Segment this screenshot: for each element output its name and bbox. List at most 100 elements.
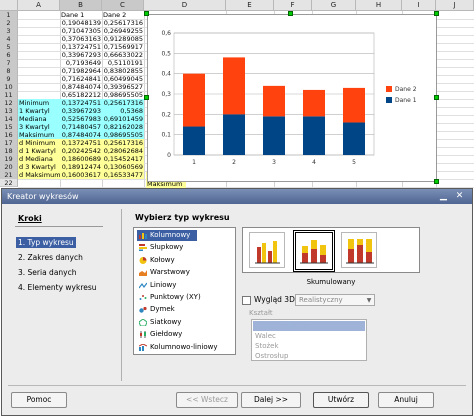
cell-value[interactable]: 0,71982964: [60, 67, 102, 75]
cancel-button[interactable]: Anuluj: [378, 392, 434, 408]
step-item-4[interactable]: 4. Elementy wykresu: [18, 282, 97, 293]
cell-stat-value[interactable]: 0,52567983: [60, 115, 102, 123]
column-header-h[interactable]: H: [356, 0, 402, 11]
3d-look-checkbox[interactable]: Wygląd 3D: [242, 295, 295, 305]
minimize-icon[interactable]: ▁: [438, 191, 449, 202]
chart-resize-handle-mr[interactable]: [434, 95, 439, 100]
cell-stat-value[interactable]: 0,33967293: [60, 107, 102, 115]
cell-value[interactable]: 0,5110191: [102, 59, 144, 67]
cell-stat-label[interactable]: d Maksimum: [18, 171, 60, 179]
cell-stat-value[interactable]: 0,5368: [102, 107, 144, 115]
cell-stat-value[interactable]: 0,13724751: [60, 99, 102, 107]
cell-stat-label[interactable]: d 1 Kwartyl: [18, 147, 60, 155]
row-header[interactable]: 10: [0, 83, 18, 91]
dialog-titlebar[interactable]: Kreator wykresów ▁ ✕: [2, 189, 472, 204]
chart-type-item[interactable]: Kolumnowy: [137, 230, 197, 241]
cell-stat-label[interactable]: Minimum: [18, 99, 60, 107]
cell-value[interactable]: 0,66633022: [102, 51, 144, 59]
cell-stat-value[interactable]: 0,18600689: [60, 155, 102, 163]
cell-stat-label[interactable]: Maksimum: [18, 131, 60, 139]
chevron-down-icon[interactable]: ▼: [364, 295, 374, 305]
row-header[interactable]: 11: [0, 91, 18, 99]
cell-stat-value[interactable]: 0,16003617: [60, 171, 102, 179]
cell-value[interactable]: 0,60499045: [102, 75, 144, 83]
chart-type-list[interactable]: Kolumnowy Słupkowy Kołowy Warstwowy Liniowy P…: [133, 227, 236, 355]
row-header[interactable]: 4: [0, 35, 18, 43]
column-header-e[interactable]: E: [226, 0, 274, 11]
cell-value[interactable]: 0,91289085: [102, 35, 144, 43]
help-button[interactable]: Pomoc: [11, 392, 67, 408]
variant-percent[interactable]: [341, 232, 377, 268]
cell-value[interactable]: 0,13724751: [60, 43, 102, 51]
cell-value[interactable]: 0,87484074: [60, 83, 102, 91]
cell-stat-label[interactable]: 1 Kwartyl: [18, 107, 60, 115]
row-header[interactable]: 5: [0, 43, 18, 51]
column-header-f[interactable]: F: [274, 0, 312, 11]
cell-stat-value[interactable]: 0,15452417: [102, 155, 144, 163]
cell-value[interactable]: 0,19048139: [60, 19, 102, 27]
column-header-g[interactable]: G: [312, 0, 356, 11]
cell-stat-value[interactable]: 0,16533477: [102, 171, 144, 179]
chart-type-item[interactable]: Liniowy: [137, 280, 232, 291]
row-header[interactable]: 6: [0, 51, 18, 59]
cell-stat-label[interactable]: d 3 Kwartyl: [18, 163, 60, 171]
cell-stat-value[interactable]: 0,25617316: [102, 139, 144, 147]
cell-value[interactable]: 0,25617316: [102, 19, 144, 27]
column-header-j[interactable]: J: [436, 0, 474, 11]
row-header[interactable]: 3: [0, 27, 18, 35]
row-header[interactable]: 12: [0, 99, 18, 107]
cell-stat-value[interactable]: 0,25617316: [102, 99, 144, 107]
next-button[interactable]: Dalej >>: [241, 392, 301, 408]
cell-value[interactable]: 0,83802855: [102, 67, 144, 75]
chart-resize-handle-br[interactable]: [434, 179, 439, 184]
chart-type-item[interactable]: Kołowy: [137, 255, 232, 266]
close-icon[interactable]: ✕: [454, 191, 465, 202]
cell-value[interactable]: 0,39396527: [102, 83, 144, 91]
row-header[interactable]: 14: [0, 115, 18, 123]
row-header[interactable]: 9: [0, 75, 18, 83]
row-header[interactable]: 8: [0, 67, 18, 75]
row-header[interactable]: 17: [0, 139, 18, 147]
chart-resize-handle-tr[interactable]: [434, 11, 439, 16]
back-button[interactable]: << Wstecz: [176, 392, 238, 408]
row-header[interactable]: 15: [0, 123, 18, 131]
column-header-i[interactable]: I: [402, 0, 436, 11]
chart-resize-handle-tc[interactable]: [288, 11, 293, 16]
cell-stat-value[interactable]: 0,13060569: [102, 163, 144, 171]
cell-stat-value[interactable]: 0,13724751: [60, 139, 102, 147]
row-header[interactable]: 21: [0, 171, 18, 179]
step-item-2[interactable]: 2. Zakres danych: [18, 252, 83, 263]
cell-stat-label[interactable]: d Mediana: [18, 155, 60, 163]
cell-stat-value[interactable]: 0,87484074: [60, 131, 102, 139]
cell-stat-value[interactable]: 0,20242542: [60, 147, 102, 155]
cell-value[interactable]: 0,71624841: [60, 75, 102, 83]
chart-type-item[interactable]: Warstwowy: [137, 267, 232, 278]
step-item-3[interactable]: 3. Seria danych: [18, 267, 77, 278]
row-header[interactable]: 18: [0, 147, 18, 155]
cell-stat-label[interactable]: 3 Kwartyl: [18, 123, 60, 131]
cell-value[interactable]: 0,37063163: [60, 35, 102, 43]
row-header[interactable]: 19: [0, 155, 18, 163]
cell-header-dane2[interactable]: Dane 2: [102, 11, 144, 19]
cell-value[interactable]: 0,65182212: [60, 91, 102, 99]
chart-type-item[interactable]: Dymek: [137, 304, 232, 315]
chart-type-item[interactable]: Kolumnowo-liniowy: [137, 342, 232, 353]
cell-stat-value[interactable]: 0,28062684: [102, 147, 144, 155]
chart-resize-handle-ml[interactable]: [144, 95, 149, 100]
row-header[interactable]: 20: [0, 163, 18, 171]
cell-stat-value[interactable]: 0,82162028: [102, 123, 144, 131]
chart-type-item[interactable]: Siatkowy: [137, 317, 232, 328]
chart-type-item[interactable]: Słupkowy: [137, 242, 232, 253]
cell-value[interactable]: 0,7193649: [60, 59, 102, 67]
row-header[interactable]: 16: [0, 131, 18, 139]
chart-type-item[interactable]: Giełdowy: [137, 329, 232, 340]
variant-stacked[interactable]: [293, 230, 335, 272]
column-header-d[interactable]: D: [144, 0, 226, 11]
cell-value[interactable]: 0,33967293: [60, 51, 102, 59]
row-header[interactable]: 7: [0, 59, 18, 67]
cell-stat-value[interactable]: 0,18912474: [60, 163, 102, 171]
cell-stat-value[interactable]: 0,69101459: [102, 115, 144, 123]
column-header-a[interactable]: A: [18, 0, 60, 11]
cell-stat-label[interactable]: d Minimum: [18, 139, 60, 147]
chart-area[interactable]: 0 0,1 0,2 0,3 0,4 0,5 0,6 1 2 3 4 5 Dane 2 Dane 1: [147, 14, 437, 182]
